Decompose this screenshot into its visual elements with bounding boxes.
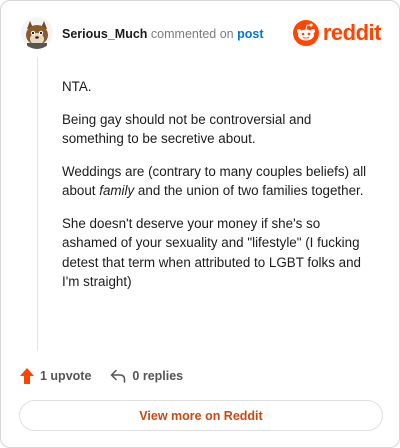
view-more-button[interactable]: View more on Reddit bbox=[19, 400, 383, 431]
reddit-logo[interactable]: reddit bbox=[292, 19, 382, 47]
comment-header: Serious_Much commented on post reddit bbox=[21, 17, 383, 51]
comment-body: NTA. Being gay should not be controversi… bbox=[62, 77, 374, 305]
emphasized-text: family bbox=[99, 183, 135, 198]
username[interactable]: Serious_Much bbox=[62, 27, 147, 41]
commented-on-label: commented on bbox=[150, 27, 234, 41]
embedded-comment-card: Serious_Much commented on post reddit NT… bbox=[0, 0, 400, 448]
snoo-icon bbox=[292, 20, 319, 46]
avatar-icon[interactable] bbox=[21, 17, 53, 49]
upvote-button[interactable]: 1 upvote bbox=[19, 367, 91, 385]
post-link[interactable]: post bbox=[237, 27, 263, 41]
comment-actions: 1 upvote 0 replies bbox=[19, 365, 183, 387]
upvote-count: 1 upvote bbox=[40, 369, 92, 383]
paragraph-text: and the union of two families together. bbox=[134, 183, 364, 198]
thread-line[interactable] bbox=[37, 57, 38, 351]
reply-count: 0 replies bbox=[132, 369, 184, 383]
comment-paragraph: Being gay should not be controversial an… bbox=[62, 111, 312, 147]
comment-paragraph: Weddings are (contrary to many couples b… bbox=[62, 162, 374, 201]
reply-arrow-icon bbox=[111, 369, 126, 383]
replies-button[interactable]: 0 replies bbox=[91, 369, 183, 383]
comment-paragraph: She doesn't deserve your money if she's … bbox=[62, 215, 361, 290]
upvote-arrow-icon bbox=[20, 368, 34, 384]
comment-paragraph: NTA. bbox=[62, 79, 92, 94]
header-text: Serious_Much commented on post bbox=[62, 27, 263, 41]
reddit-wordmark: reddit bbox=[322, 20, 382, 45]
